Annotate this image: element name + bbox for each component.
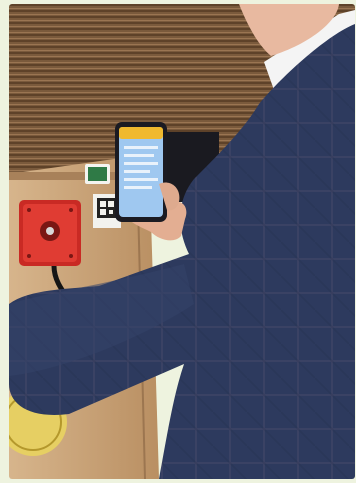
image-frame xyxy=(0,0,356,483)
photo xyxy=(9,4,355,479)
smartphone xyxy=(115,122,167,222)
green-sign xyxy=(85,164,110,184)
red-alarm-box xyxy=(19,200,81,266)
